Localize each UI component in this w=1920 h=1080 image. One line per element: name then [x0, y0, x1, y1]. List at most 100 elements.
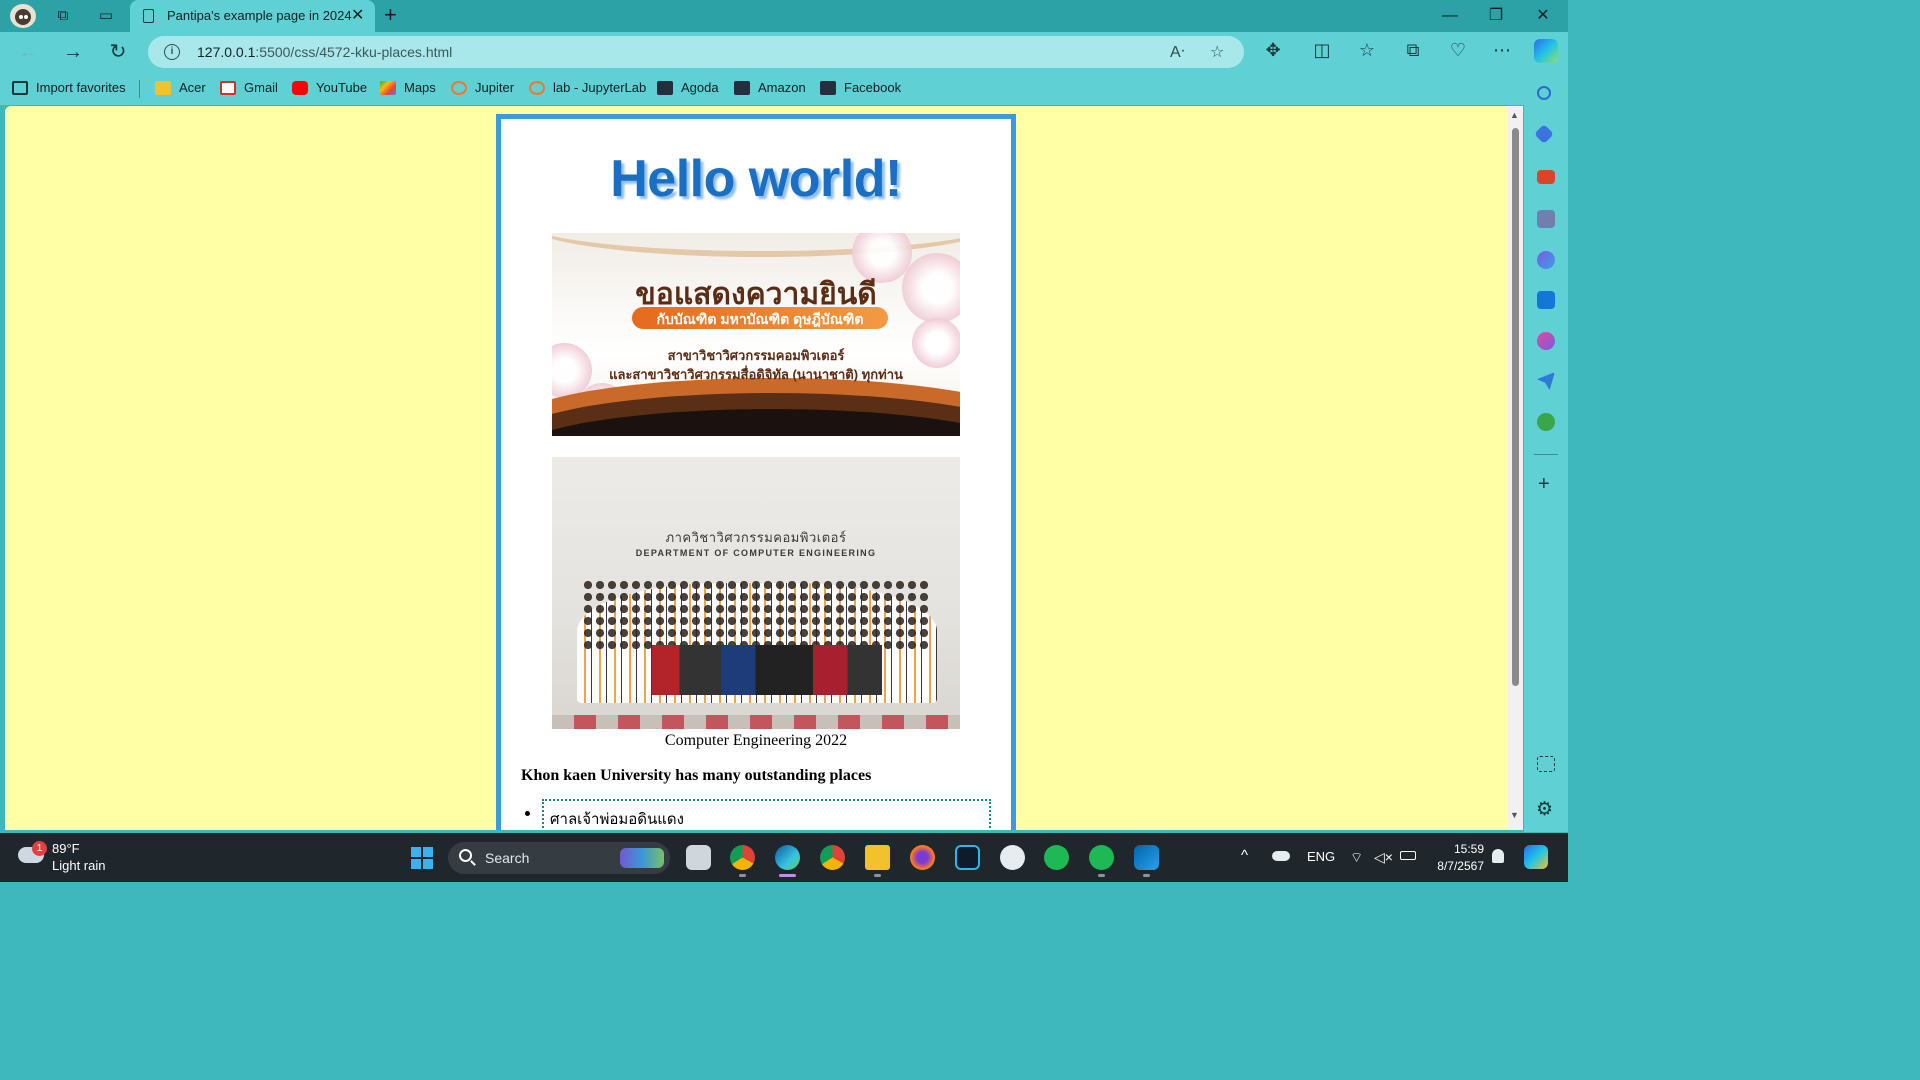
battery-icon[interactable]: [1400, 851, 1416, 860]
designer-icon[interactable]: [1537, 332, 1555, 350]
back-button[interactable]: ←: [16, 40, 40, 64]
edge-sidebar: + ⚙: [1524, 72, 1568, 832]
title-bar: ⧉ ▭ Pantipa's example page in 2024 ✕ + —…: [0, 0, 1568, 32]
copilot-taskbar-icon[interactable]: [1524, 845, 1548, 869]
photo-sign-english: DEPARTMENT OF COMPUTER ENGINEERING: [635, 548, 877, 558]
read-aloud-icon[interactable]: Aᐧ: [1170, 42, 1185, 62]
aws-icon: [734, 80, 750, 95]
extensions-icon[interactable]: ✥: [1261, 40, 1285, 61]
favorite-youtube[interactable]: YouTube: [292, 80, 367, 95]
onedrive-icon[interactable]: [1272, 851, 1290, 861]
collections-icon[interactable]: ⧉: [1401, 40, 1425, 61]
maps-icon: [380, 80, 396, 95]
edge-icon[interactable]: [775, 845, 800, 877]
gmail-icon: [220, 80, 236, 95]
photo-sign-thai: ภาควิชาวิศวกรรมคอมพิวเตอร์: [665, 530, 847, 545]
sidebar-divider: [1534, 454, 1558, 455]
favorite-gmail[interactable]: Gmail: [220, 80, 278, 95]
terminal-app-icon[interactable]: [955, 845, 980, 870]
taskbar-search[interactable]: Search: [448, 842, 670, 874]
workspaces-icon[interactable]: ⧉: [54, 7, 72, 25]
task-view-icon[interactable]: [686, 845, 711, 870]
close-tab-icon[interactable]: ✕: [351, 5, 364, 25]
system-clock[interactable]: 15:59 8/7/2567: [1424, 841, 1484, 875]
show-hidden-icons[interactable]: ^: [1241, 847, 1248, 864]
minimize-button[interactable]: —: [1427, 4, 1473, 28]
list-bullet: [525, 811, 530, 816]
place-name: ศาลเจ้าพ่อมอดินแดง: [542, 799, 991, 830]
jupyter-icon: [529, 80, 545, 95]
games-icon[interactable]: [1537, 210, 1555, 228]
wifi-icon[interactable]: ⌔: [1350, 849, 1363, 867]
favorite-jupyterlab[interactable]: lab - JupyterLab: [529, 80, 646, 95]
list-item: ศาลเจ้าพ่อมอดินแดง: [521, 799, 991, 830]
chrome-profile-icon[interactable]: [730, 845, 755, 877]
more-menu-icon[interactable]: ⋯: [1490, 40, 1514, 61]
scroll-down-icon[interactable]: ▼: [1510, 810, 1519, 820]
tools-icon[interactable]: [1537, 170, 1555, 184]
favorite-star-icon[interactable]: ☆: [1210, 42, 1224, 62]
scrollbar-thumb[interactable]: [1512, 128, 1519, 686]
sidebar-settings-icon[interactable]: ⚙: [1536, 798, 1553, 821]
weather-description: Light rain: [52, 858, 106, 873]
restore-button[interactable]: ❐: [1473, 4, 1519, 28]
search-icon[interactable]: [1537, 86, 1551, 100]
copilot-icon[interactable]: [1534, 39, 1558, 63]
volume-muted-icon[interactable]: ◁×: [1374, 849, 1393, 866]
github-desktop-icon[interactable]: [1000, 845, 1025, 870]
weather-badge: 1: [32, 841, 47, 856]
new-tab-button[interactable]: +: [384, 4, 397, 26]
browser-essentials-icon[interactable]: ♡: [1446, 40, 1470, 61]
page-heading: Hello world!: [610, 150, 902, 208]
clock-time: 15:59: [1453, 842, 1484, 856]
copilot-sidebar-icon[interactable]: [1537, 251, 1555, 269]
page-scrollbar[interactable]: ▲ ▼: [1508, 106, 1523, 830]
navigation-bar: ← → ↻ i 127.0.0.1:5500/css/4572-kku-plac…: [0, 32, 1568, 72]
shopping-tag-icon[interactable]: [1534, 124, 1554, 144]
places-heading: Khon kaen University has many outstandin…: [521, 767, 872, 784]
tab-actions-icon[interactable]: ▭: [97, 7, 115, 25]
jupyter-icon: [451, 80, 467, 95]
favorite-maps[interactable]: Maps: [380, 80, 436, 95]
send-icon[interactable]: [1537, 372, 1555, 390]
content-card: Hello world! ขอแสดงความยินดี กับบัณฑิต ม…: [496, 114, 1016, 830]
chrome-icon[interactable]: [820, 845, 845, 870]
split-screen-icon[interactable]: ◫: [1310, 40, 1334, 61]
favorite-import[interactable]: Import favorites: [12, 80, 126, 95]
folder-icon: [155, 80, 171, 95]
address-bar[interactable]: i 127.0.0.1:5500/css/4572-kku-places.htm…: [148, 36, 1244, 68]
search-label: Search: [485, 850, 530, 866]
favorite-acer[interactable]: Acer: [155, 80, 206, 95]
forward-button[interactable]: →: [61, 40, 85, 64]
tree-icon[interactable]: [1537, 413, 1555, 431]
favorite-agoda[interactable]: Agoda: [657, 80, 719, 95]
screenshot-icon[interactable]: [1537, 756, 1555, 772]
favorites-divider: [139, 80, 140, 98]
add-sidebar-app-icon[interactable]: +: [1538, 474, 1550, 494]
spotify-running-icon[interactable]: [1089, 845, 1114, 877]
input-language[interactable]: ENG: [1307, 849, 1335, 864]
start-button[interactable]: [411, 847, 433, 869]
banner-subtitle: กับบัณฑิต มหาบัณฑิต ดุษฎีบัณฑิต: [656, 311, 864, 327]
congratulations-banner: ขอแสดงความยินดี กับบัณฑิต มหาบัณฑิต ดุษฎ…: [552, 233, 960, 436]
notification-bell-icon[interactable]: [1492, 849, 1504, 863]
site-info-icon[interactable]: i: [164, 44, 180, 60]
vscode-icon[interactable]: [1134, 845, 1159, 877]
favorites-icon[interactable]: ☆: [1355, 40, 1379, 61]
firefox-icon[interactable]: [910, 845, 935, 870]
places-list: ศาลเจ้าพ่อมอดินแดง: [521, 799, 991, 830]
url-text[interactable]: 127.0.0.1:5500/css/4572-kku-places.html: [197, 44, 452, 60]
scroll-up-icon[interactable]: ▲: [1510, 110, 1519, 120]
spotify-icon[interactable]: [1044, 845, 1069, 870]
favorite-amazon[interactable]: Amazon: [734, 80, 806, 95]
file-explorer-icon[interactable]: [865, 845, 890, 877]
favorite-jupiter[interactable]: Jupiter: [451, 80, 514, 95]
tab-active[interactable]: Pantipa's example page in 2024 ✕: [130, 0, 375, 32]
close-window-button[interactable]: ✕: [1520, 4, 1566, 28]
profile-avatar[interactable]: [10, 4, 36, 28]
outlook-icon[interactable]: [1537, 291, 1555, 309]
favorite-facebook[interactable]: Facebook: [820, 80, 901, 95]
refresh-button[interactable]: ↻: [106, 40, 130, 64]
clock-date: 8/7/2567: [1437, 859, 1484, 873]
graduation-group-photo: ภาควิชาวิศวกรรมคอมพิวเตอร์ DEPARTMENT OF…: [552, 457, 960, 729]
